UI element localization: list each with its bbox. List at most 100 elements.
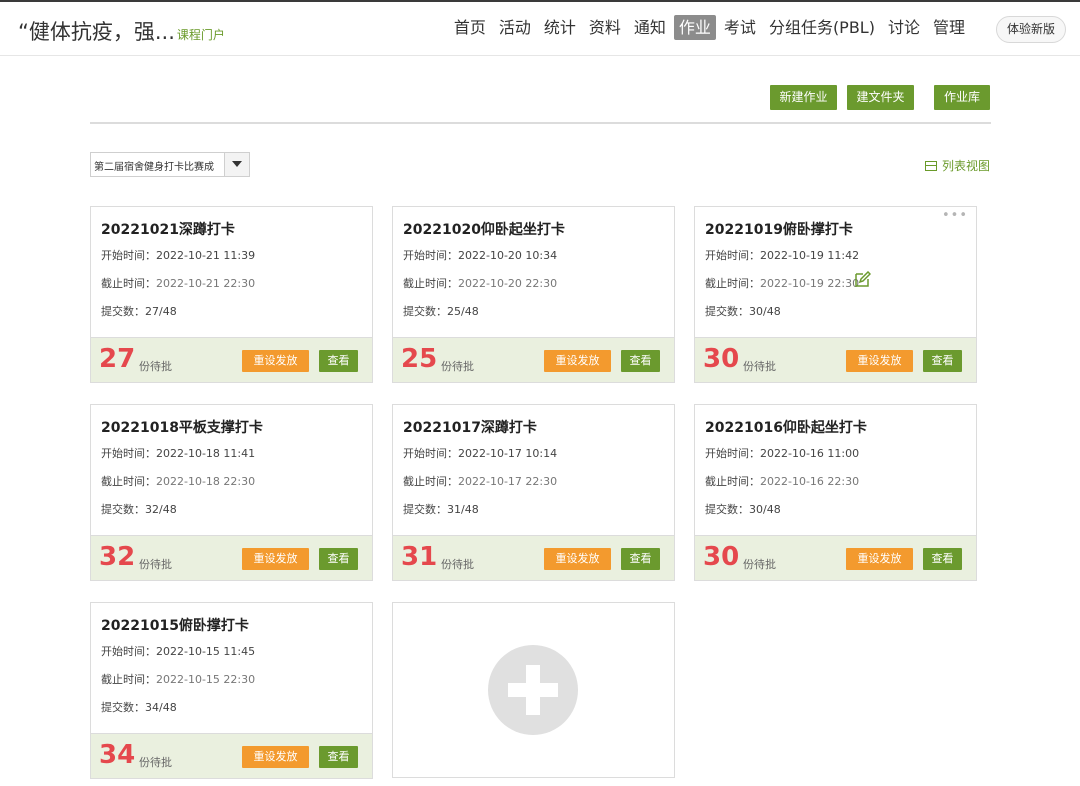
deadline-value: 2022-10-21 22:30 bbox=[156, 277, 256, 290]
assignment-title[interactable]: 20221019俯卧撑打卡 bbox=[705, 219, 853, 239]
list-view-icon bbox=[924, 160, 937, 171]
submissions-label: 提交数： bbox=[705, 503, 749, 516]
nav-assignments[interactable]: 作业 bbox=[673, 15, 716, 40]
assignment-card[interactable]: 20221015俯卧撑打卡 开始时间：2022-10-15 11:45 截止时间… bbox=[90, 602, 373, 779]
assignment-card[interactable]: 20221017深蹲打卡 开始时间：2022-10-17 10:14 截止时间：… bbox=[392, 404, 675, 581]
pending-label: 份待批 bbox=[441, 558, 474, 571]
start-time-row: 开始时间：2022-10-21 11:39 bbox=[101, 247, 255, 263]
nav-home[interactable]: 首页 bbox=[449, 15, 491, 40]
submissions-row: 提交数：30/48 bbox=[705, 303, 781, 319]
card-footer: 27 份待批 重设发放 查看 bbox=[91, 337, 372, 382]
submissions-label: 提交数： bbox=[101, 701, 145, 714]
reset-release-button[interactable]: 重设发放 bbox=[242, 350, 309, 372]
deadline-value: 2022-10-20 22:30 bbox=[458, 277, 558, 290]
reset-release-button[interactable]: 重设发放 bbox=[544, 548, 611, 570]
view-button[interactable]: 查看 bbox=[319, 548, 358, 570]
view-button[interactable]: 查看 bbox=[621, 548, 660, 570]
new-assignment-button[interactable]: 新建作业 bbox=[770, 85, 837, 110]
assignment-title[interactable]: 20221018平板支撑打卡 bbox=[101, 417, 263, 437]
reset-release-button[interactable]: 重设发放 bbox=[846, 548, 913, 570]
reset-release-button[interactable]: 重设发放 bbox=[242, 548, 309, 570]
submissions-row: 提交数：31/48 bbox=[403, 501, 479, 517]
assignment-card[interactable]: 20221020仰卧起坐打卡 开始时间：2022-10-20 10:34 截止时… bbox=[392, 206, 675, 383]
start-time-label: 开始时间： bbox=[101, 645, 156, 658]
submissions-row: 提交数：27/48 bbox=[101, 303, 177, 319]
folder-select[interactable]: 第二届宿舍健身打卡比赛成 bbox=[90, 152, 250, 177]
deadline-value: 2022-10-16 22:30 bbox=[760, 475, 860, 488]
deadline-value: 2022-10-18 22:30 bbox=[156, 475, 256, 488]
nav-exams[interactable]: 考试 bbox=[719, 15, 761, 40]
main-nav: 首页 活动 统计 资料 通知 作业 考试 分组任务(PBL) 讨论 管理 bbox=[446, 15, 970, 40]
assignment-card[interactable]: 20221016仰卧起坐打卡 开始时间：2022-10-16 11:00 截止时… bbox=[694, 404, 977, 581]
assignment-card[interactable]: ••• 20221019俯卧撑打卡 开始时间：2022-10-19 11:42 … bbox=[694, 206, 977, 383]
chevron-down-icon[interactable] bbox=[224, 153, 249, 176]
view-button[interactable]: 查看 bbox=[923, 548, 962, 570]
reset-release-button[interactable]: 重设发放 bbox=[846, 350, 913, 372]
more-options-icon[interactable]: ••• bbox=[942, 209, 968, 223]
pending-count: 30 bbox=[703, 344, 740, 374]
start-time-row: 开始时间：2022-10-16 11:00 bbox=[705, 445, 859, 461]
nav-statistics[interactable]: 统计 bbox=[539, 15, 581, 40]
deadline-row: 截止时间：2022-10-18 22:30 bbox=[101, 473, 255, 489]
nav-notices[interactable]: 通知 bbox=[629, 15, 671, 40]
nav-activities[interactable]: 活动 bbox=[494, 15, 536, 40]
start-time-label: 开始时间： bbox=[705, 447, 760, 460]
list-view-label: 列表视图 bbox=[941, 159, 990, 173]
pending-count: 34 bbox=[99, 740, 136, 770]
edit-icon[interactable] bbox=[853, 271, 871, 289]
pending-label: 份待批 bbox=[743, 558, 776, 571]
deadline-label: 截止时间： bbox=[403, 475, 458, 488]
start-time-row: 开始时间：2022-10-17 10:14 bbox=[403, 445, 557, 461]
pending-label: 份待批 bbox=[139, 360, 172, 373]
start-time-label: 开始时间： bbox=[705, 249, 760, 262]
reset-release-button[interactable]: 重设发放 bbox=[242, 746, 309, 768]
pending-count: 31 bbox=[401, 542, 438, 572]
pending-count: 27 bbox=[99, 344, 136, 374]
add-assignment-card[interactable] bbox=[392, 602, 675, 778]
start-time-value: 2022-10-21 11:39 bbox=[156, 249, 256, 262]
deadline-row: 截止时间：2022-10-20 22:30 bbox=[403, 275, 557, 291]
view-button[interactable]: 查看 bbox=[319, 746, 358, 768]
pending-count: 30 bbox=[703, 542, 740, 572]
view-button[interactable]: 查看 bbox=[621, 350, 660, 372]
view-button[interactable]: 查看 bbox=[319, 350, 358, 372]
assignment-title[interactable]: 20221017深蹲打卡 bbox=[403, 417, 537, 437]
start-time-row: 开始时间：2022-10-18 11:41 bbox=[101, 445, 255, 461]
top-bar: “健体抗疫，强... 课程门户 首页 活动 统计 资料 通知 作业 考试 分组任务… bbox=[0, 0, 1080, 56]
assignment-library-button[interactable]: 作业库 bbox=[934, 85, 990, 110]
assignment-title[interactable]: 20221016仰卧起坐打卡 bbox=[705, 417, 867, 437]
start-time-row: 开始时间：2022-10-20 10:34 bbox=[403, 247, 557, 263]
try-new-version-button[interactable]: 体验新版 bbox=[996, 16, 1066, 43]
deadline-value: 2022-10-19 22:30 bbox=[760, 277, 860, 290]
course-portal-link[interactable]: 课程门户 bbox=[177, 28, 225, 42]
deadline-value: 2022-10-17 22:30 bbox=[458, 475, 558, 488]
nav-manage[interactable]: 管理 bbox=[928, 15, 970, 40]
assignment-title[interactable]: 20221015俯卧撑打卡 bbox=[101, 615, 249, 635]
assignment-title[interactable]: 20221020仰卧起坐打卡 bbox=[403, 219, 565, 239]
nav-group-tasks[interactable]: 分组任务(PBL) bbox=[764, 15, 880, 40]
assignment-card[interactable]: 20221018平板支撑打卡 开始时间：2022-10-18 11:41 截止时… bbox=[90, 404, 373, 581]
nav-discussion[interactable]: 讨论 bbox=[883, 15, 925, 40]
reset-release-button[interactable]: 重设发放 bbox=[544, 350, 611, 372]
submissions-label: 提交数： bbox=[403, 503, 447, 516]
start-time-value: 2022-10-15 11:45 bbox=[156, 645, 256, 658]
start-time-label: 开始时间： bbox=[101, 447, 156, 460]
deadline-row: 截止时间：2022-10-21 22:30 bbox=[101, 275, 255, 291]
card-footer: 34 份待批 重设发放 查看 bbox=[91, 733, 372, 778]
list-view-toggle[interactable]: 列表视图 bbox=[924, 157, 990, 174]
deadline-label: 截止时间： bbox=[101, 673, 156, 686]
plus-icon[interactable] bbox=[488, 645, 578, 735]
card-footer: 31 份待批 重设发放 查看 bbox=[393, 535, 674, 580]
pending-label: 份待批 bbox=[139, 558, 172, 571]
assignment-card[interactable]: 20221021深蹲打卡 开始时间：2022-10-21 11:39 截止时间：… bbox=[90, 206, 373, 383]
nav-materials[interactable]: 资料 bbox=[584, 15, 626, 40]
view-button[interactable]: 查看 bbox=[923, 350, 962, 372]
assignment-title[interactable]: 20221021深蹲打卡 bbox=[101, 219, 235, 239]
submissions-row: 提交数：34/48 bbox=[101, 699, 177, 715]
deadline-row: 截止时间：2022-10-16 22:30 bbox=[705, 473, 859, 489]
submissions-label: 提交数： bbox=[705, 305, 749, 318]
submissions-value: 32/48 bbox=[145, 503, 177, 516]
new-folder-button[interactable]: 建文件夹 bbox=[847, 85, 914, 110]
deadline-label: 截止时间： bbox=[705, 277, 760, 290]
deadline-label: 截止时间： bbox=[101, 475, 156, 488]
